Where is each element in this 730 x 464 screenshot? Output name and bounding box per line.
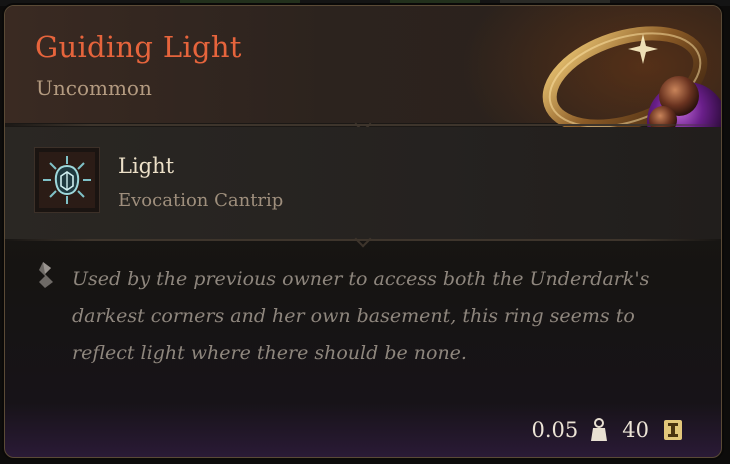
item-rarity: Uncommon: [36, 76, 152, 100]
weight-icon: [591, 418, 608, 441]
quill-icon: [39, 262, 53, 288]
item-stats: 0.05 40: [532, 415, 684, 445]
light-spell-icon[interactable]: [34, 147, 100, 213]
gold-value: 40: [622, 418, 649, 442]
weight-value: 0.05: [531, 418, 579, 442]
tooltip-header: Guiding Light Uncommon: [5, 6, 721, 162]
item-tooltip: Guiding Light Uncommon Light Evocation C…: [4, 5, 722, 458]
spell-school: Evocation Cantrip: [118, 190, 284, 211]
gold-coin-icon: [664, 420, 682, 440]
item-description: Used by the previous owner to access bot…: [72, 268, 650, 364]
spell-row[interactable]: Light Evocation Cantrip: [5, 127, 721, 239]
spell-separator: [5, 230, 721, 248]
spell-name: Light: [118, 154, 175, 178]
item-title: Guiding Light: [35, 30, 242, 64]
header-separator: [5, 115, 721, 133]
